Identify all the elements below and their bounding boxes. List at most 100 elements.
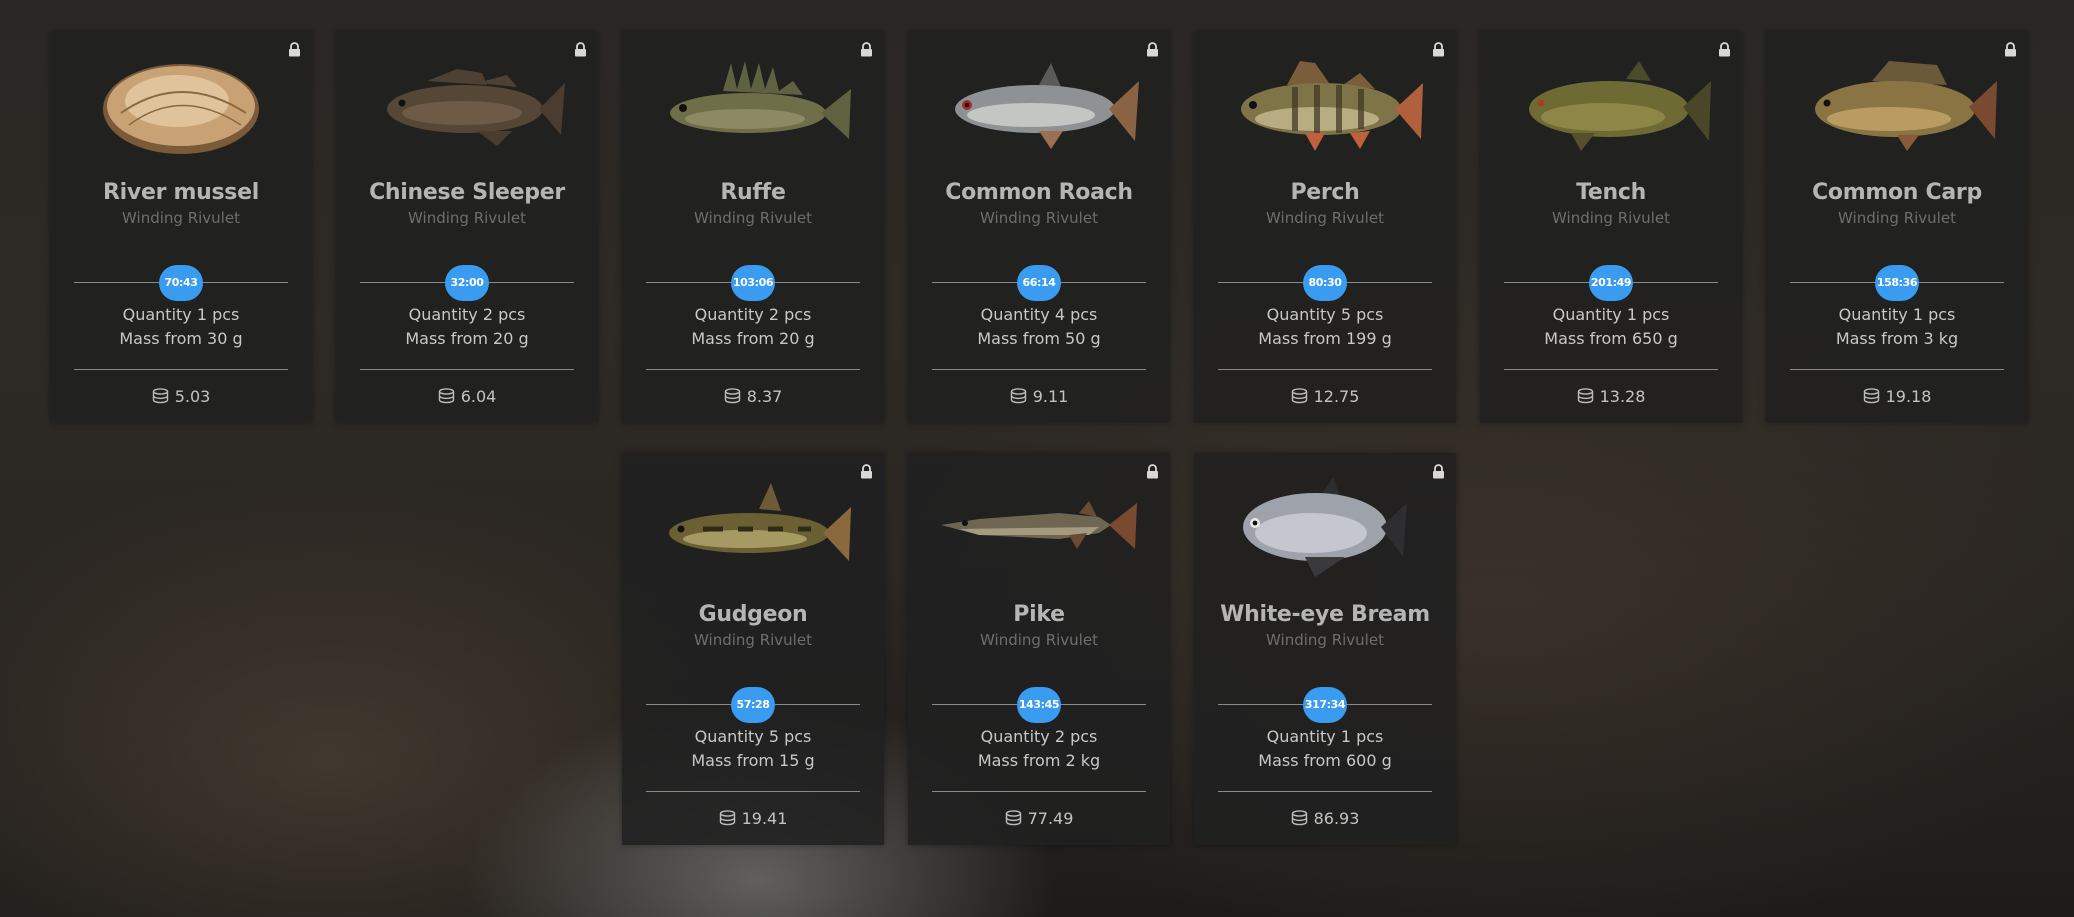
price-value: 6.04 xyxy=(460,387,497,406)
mass-text: Mass from 199 g xyxy=(1258,329,1392,348)
price-value: 12.75 xyxy=(1313,387,1360,406)
gudgeon-image xyxy=(669,483,851,561)
coins-icon xyxy=(1291,810,1308,826)
quantity-text: Quantity 1 pcs xyxy=(1838,305,1956,324)
timer-badge: 317:34 xyxy=(1303,687,1347,723)
fish-name: Ruffe xyxy=(720,180,786,205)
lock-icon xyxy=(288,42,301,57)
price: 19.18 xyxy=(1766,387,2028,406)
coins-icon xyxy=(719,810,736,826)
divider xyxy=(932,369,1146,370)
fish-name: Tench xyxy=(1576,180,1646,205)
lock-icon xyxy=(1146,42,1159,57)
lock-icon xyxy=(1432,42,1445,57)
price: 6.04 xyxy=(336,387,598,406)
price: 5.03 xyxy=(50,387,312,406)
price-value: 19.41 xyxy=(741,809,788,828)
mass-text: Mass from 30 g xyxy=(119,329,243,348)
fish-card-gudgeon[interactable]: Gudgeon Winding Rivulet 57:28 Quantity 5… xyxy=(622,453,884,845)
mass-text: Mass from 2 kg xyxy=(977,751,1101,770)
timer-badge: 32:00 xyxy=(445,265,489,301)
fish-location: Winding Rivulet xyxy=(1266,209,1384,227)
fish-card-ruffe[interactable]: Ruffe Winding Rivulet 103:06 Quantity 2 … xyxy=(622,31,884,423)
lock-icon xyxy=(1718,42,1731,57)
fish-location: Winding Rivulet xyxy=(1266,631,1384,649)
fish-card-white-eye-bream[interactable]: White-eye Bream Winding Rivulet 317:34 Q… xyxy=(1194,453,1456,845)
mass-text: Mass from 20 g xyxy=(691,329,815,348)
price: 19.41 xyxy=(622,809,884,828)
coins-icon xyxy=(1577,388,1594,404)
fish-location: Winding Rivulet xyxy=(694,631,812,649)
timer-badge: 57:28 xyxy=(731,687,775,723)
timer-badge: 201:49 xyxy=(1589,265,1633,301)
pike-image xyxy=(941,501,1137,549)
price-value: 19.18 xyxy=(1885,387,1932,406)
fish-name: Common Carp xyxy=(1812,180,1982,205)
fish-card-common-roach[interactable]: Common Roach Winding Rivulet 66:14 Quant… xyxy=(908,31,1170,423)
fish-name: River mussel xyxy=(103,180,259,205)
divider xyxy=(360,369,574,370)
fish-card-tench[interactable]: Tench Winding Rivulet 201:49 Quantity 1 … xyxy=(1480,31,1742,423)
divider xyxy=(1218,369,1432,370)
mass-text: Mass from 650 g xyxy=(1544,329,1678,348)
price: 86.93 xyxy=(1194,809,1456,828)
coins-icon xyxy=(152,388,169,404)
fish-card-chinese-sleeper[interactable]: Chinese Sleeper Winding Rivulet 32:00 Qu… xyxy=(336,31,598,423)
quantity-text: Quantity 1 pcs xyxy=(1266,727,1384,746)
mass-text: Mass from 50 g xyxy=(977,329,1101,348)
fish-card-pike[interactable]: Pike Winding Rivulet 143:45 Quantity 2 p… xyxy=(908,453,1170,845)
chinese-sleeper-image xyxy=(387,69,565,146)
fish-card-common-carp[interactable]: Common Carp Winding Rivulet 158:36 Quant… xyxy=(1766,31,2028,423)
coins-icon xyxy=(1291,388,1308,404)
fish-location: Winding Rivulet xyxy=(980,209,1098,227)
tench-image xyxy=(1529,61,1711,151)
lock-icon xyxy=(860,464,873,479)
coins-icon xyxy=(1005,810,1022,826)
mass-text: Mass from 3 kg xyxy=(1835,329,1959,348)
price-value: 9.11 xyxy=(1032,387,1069,406)
quantity-text: Quantity 2 pcs xyxy=(980,727,1098,746)
lock-icon xyxy=(2004,42,2017,57)
coins-icon xyxy=(1863,388,1880,404)
timer-badge: 103:06 xyxy=(731,265,775,301)
fish-card-river-mussel[interactable]: River mussel Winding Rivulet 70:43 Quant… xyxy=(50,31,312,423)
coins-icon xyxy=(724,388,741,404)
divider xyxy=(1218,791,1432,792)
common-carp-image xyxy=(1815,61,1997,151)
timer-badge: 158:36 xyxy=(1875,265,1919,301)
price: 13.28 xyxy=(1480,387,1742,406)
mass-text: Mass from 15 g xyxy=(691,751,815,770)
fish-card-perch[interactable]: Perch Winding Rivulet 80:30 Quantity 5 p… xyxy=(1194,31,1456,423)
fish-name: Chinese Sleeper xyxy=(369,180,565,205)
ruffe-image xyxy=(670,61,851,139)
price: 12.75 xyxy=(1194,387,1456,406)
lock-icon xyxy=(860,42,873,57)
mass-text: Mass from 600 g xyxy=(1258,751,1392,770)
divider xyxy=(932,791,1146,792)
fish-location: Winding Rivulet xyxy=(408,209,526,227)
timer-badge: 66:14 xyxy=(1017,265,1061,301)
quantity-text: Quantity 2 pcs xyxy=(408,305,526,324)
price: 77.49 xyxy=(908,809,1170,828)
fish-location: Winding Rivulet xyxy=(980,631,1098,649)
coins-icon xyxy=(1010,388,1027,404)
perch-image xyxy=(1241,61,1423,151)
lock-icon xyxy=(574,42,587,57)
lock-icon xyxy=(1432,464,1445,479)
quantity-text: Quantity 1 pcs xyxy=(1552,305,1670,324)
quantity-text: Quantity 2 pcs xyxy=(694,305,812,324)
price-value: 77.49 xyxy=(1027,809,1074,828)
quantity-text: Quantity 4 pcs xyxy=(980,305,1098,324)
fish-name: White-eye Bream xyxy=(1220,602,1430,627)
divider xyxy=(646,369,860,370)
price: 8.37 xyxy=(622,387,884,406)
river-mussel-image xyxy=(103,64,259,154)
price-value: 5.03 xyxy=(174,387,211,406)
divider xyxy=(1790,369,2004,370)
fish-name: Pike xyxy=(1013,602,1065,627)
coins-icon xyxy=(438,388,455,404)
lock-icon xyxy=(1146,464,1159,479)
mass-text: Mass from 20 g xyxy=(405,329,529,348)
common-roach-image xyxy=(955,63,1139,149)
price-value: 86.93 xyxy=(1313,809,1360,828)
